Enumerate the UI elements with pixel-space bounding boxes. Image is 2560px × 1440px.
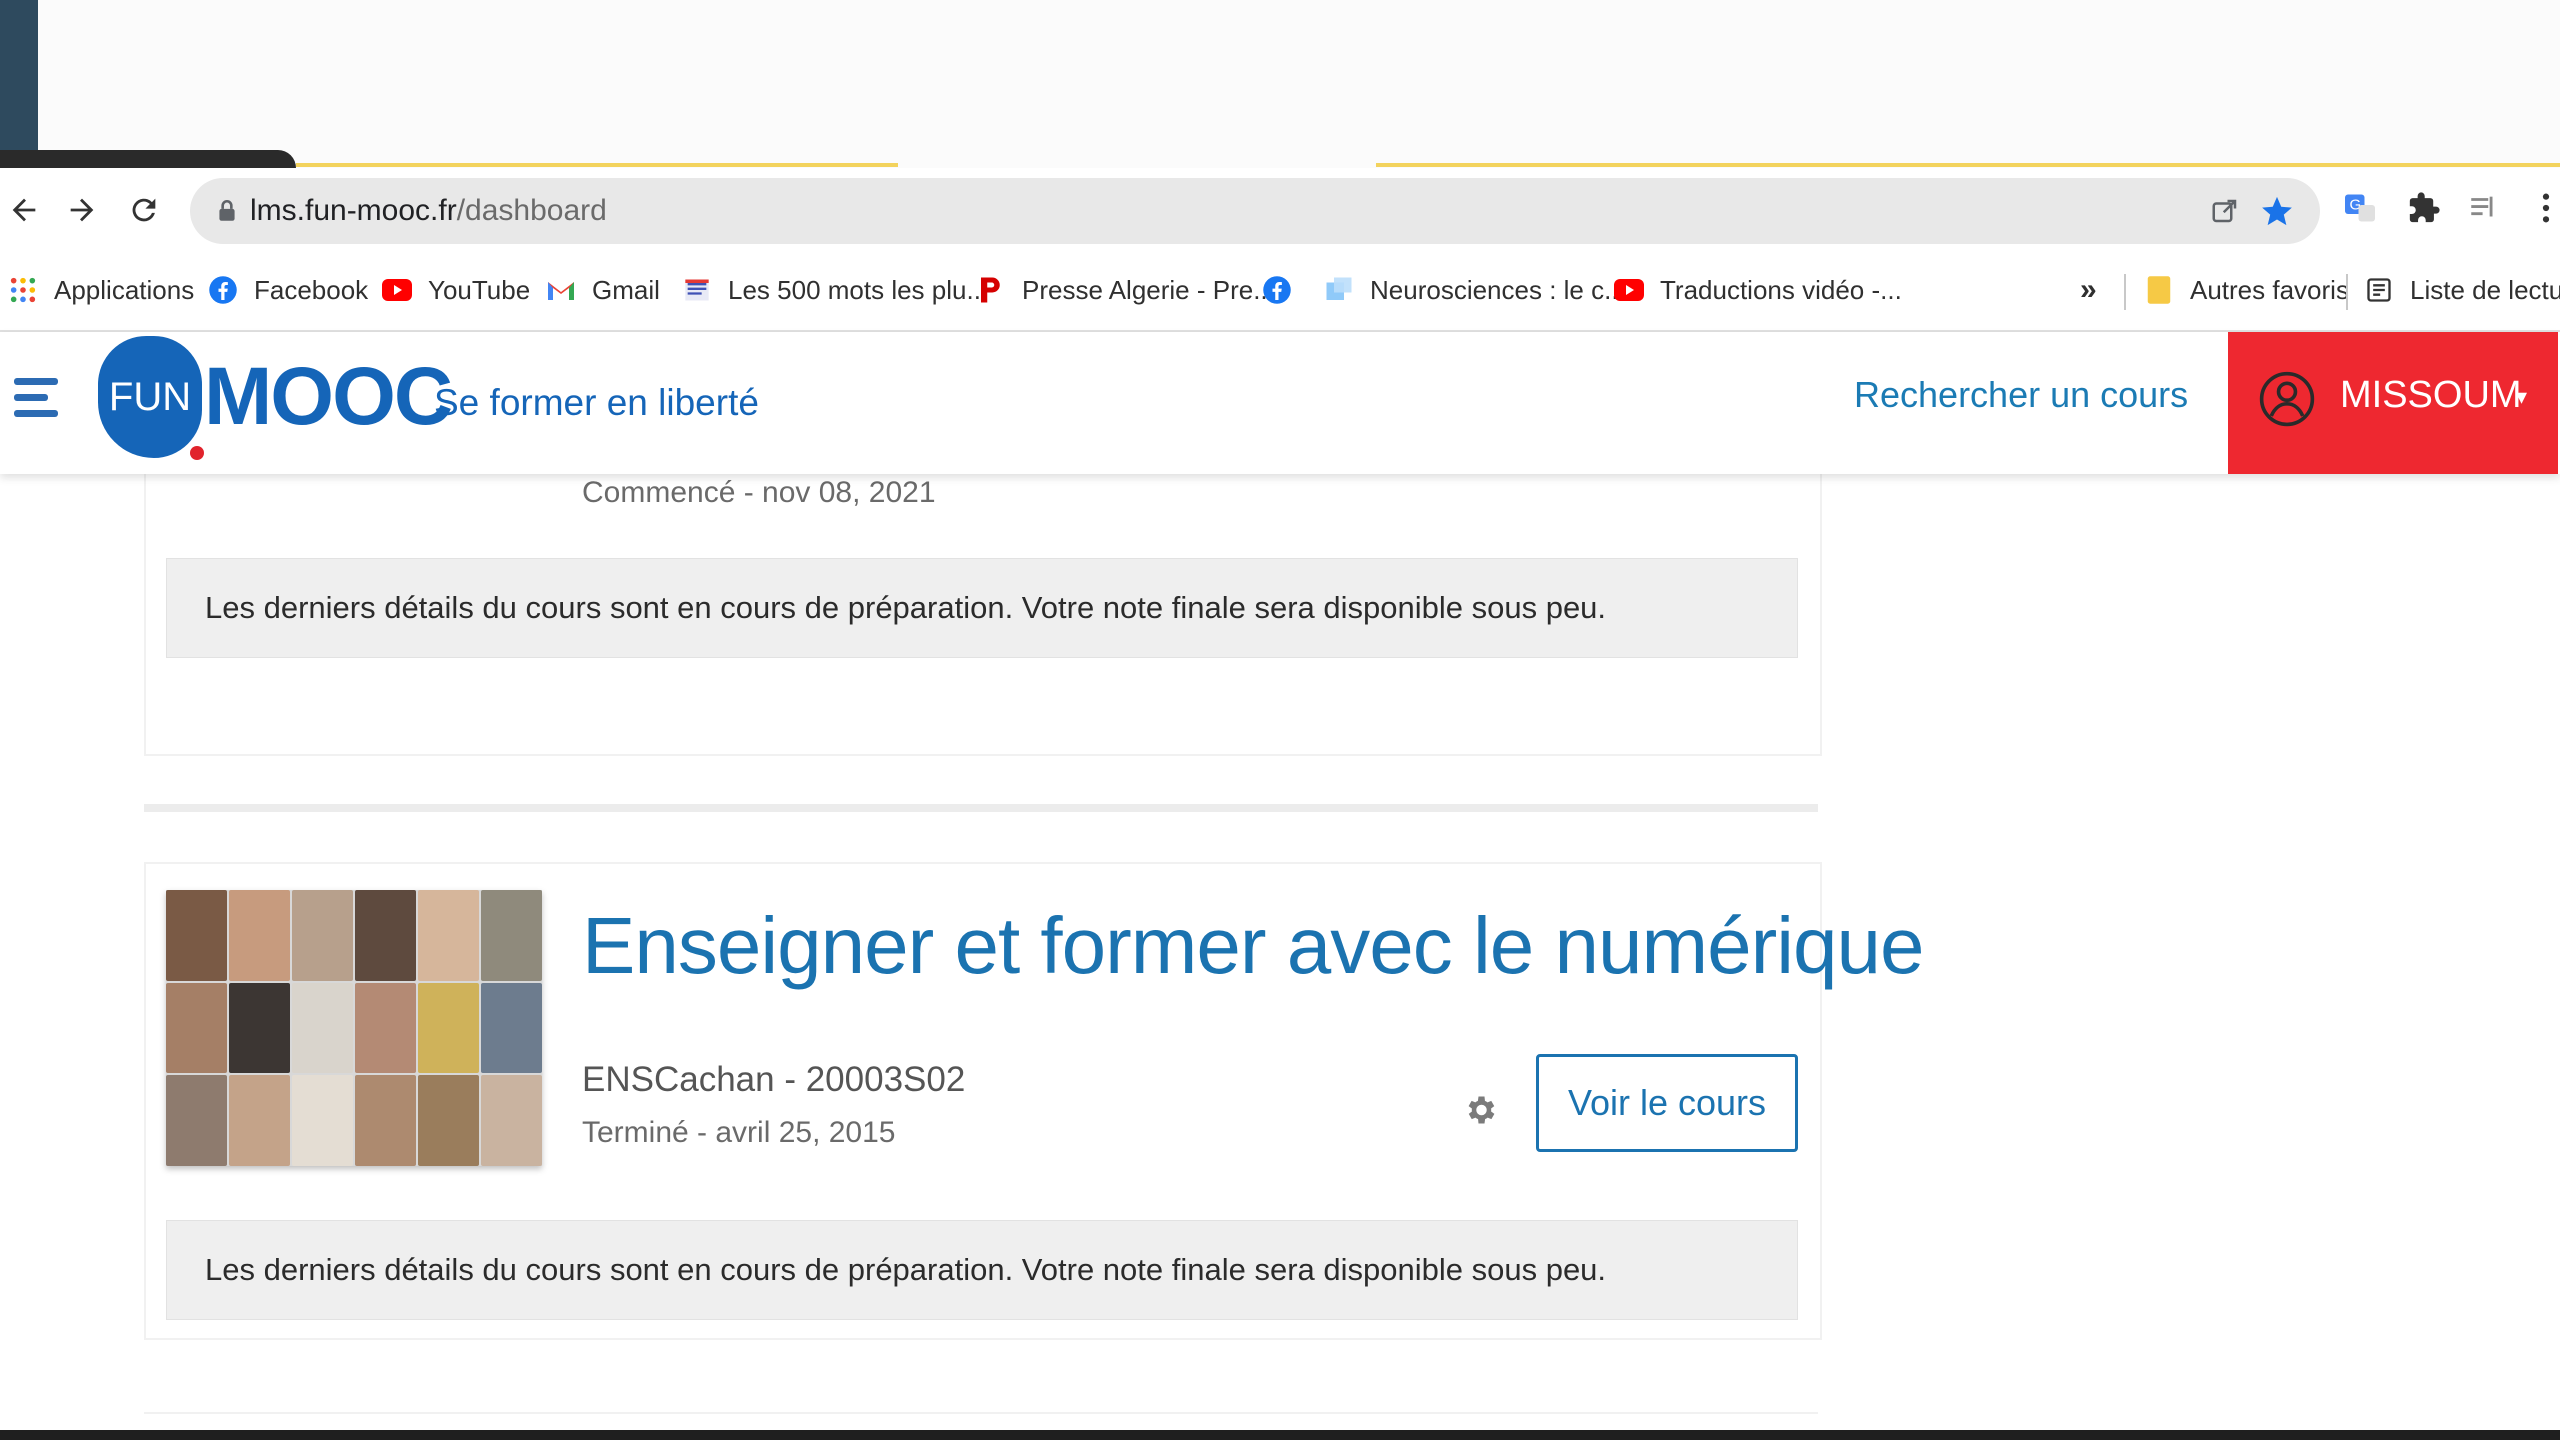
bookmark-label: Presse Algerie - Pre... [1022, 274, 1275, 305]
back-icon[interactable] [0, 186, 48, 234]
youtube-icon [382, 275, 412, 305]
bookmark-label: Facebook [254, 274, 369, 305]
user-avatar-icon [2259, 371, 2315, 427]
reload-icon[interactable] [120, 186, 168, 234]
youtube-icon [1614, 275, 1644, 305]
bookmark-facebook[interactable]: Facebook [208, 270, 368, 310]
share-icon[interactable] [2206, 192, 2244, 230]
forward-icon[interactable] [58, 186, 106, 234]
facebook-icon [208, 275, 238, 305]
gmail-icon [546, 275, 576, 305]
course-status: Commencé - nov 08, 2021 [582, 476, 936, 509]
extensions-puzzle-icon[interactable] [2402, 186, 2446, 230]
bookmark-autres-favoris[interactable]: Autres favoris [2144, 270, 2349, 310]
facebook-icon [1262, 275, 1292, 305]
tab-highlight [296, 163, 898, 167]
presse-p-icon [976, 275, 1006, 305]
tab-highlight [1376, 163, 2560, 167]
logo-tagline: Se former en liberté [434, 382, 759, 423]
bookmarks-separator [2346, 274, 2348, 310]
bookmark-presse-algerie[interactable]: Presse Algerie - Pre... [976, 270, 1275, 310]
bookmark-label: Traductions vidéo -... [1660, 274, 1902, 305]
bookmark-label: Les 500 mots les plu... [728, 274, 989, 305]
bookmark-star-icon[interactable] [2258, 192, 2296, 230]
search-course-link[interactable]: Rechercher un cours [1854, 374, 2188, 416]
bookmarks-bar: Applications Facebook YouTube Gmail Les … [0, 254, 2560, 332]
fun-logo[interactable]: FUN [98, 336, 202, 458]
menu-kebab-icon[interactable] [2524, 186, 2560, 230]
bookmarks-overflow-button[interactable]: » [2080, 270, 2097, 310]
bookmark-applications[interactable]: Applications [8, 270, 194, 310]
bookmark-neurosciences[interactable]: Neurosciences : le c... [1324, 270, 1626, 310]
bookmark-gmail[interactable]: Gmail [546, 270, 660, 310]
bookmark-label: Gmail [592, 274, 660, 305]
page-icon [682, 275, 712, 305]
bookmark-label: Liste de lecture [2410, 274, 2560, 305]
bookmark-500-mots[interactable]: Les 500 mots les plu... [682, 270, 988, 310]
hamburger-menu-icon[interactable] [14, 378, 62, 420]
bookmark-label: Autres favoris [2190, 274, 2349, 305]
browser-toolbar: lms.fun-mooc.fr/dashboard G [0, 168, 2560, 254]
url-text: lms.fun-mooc.fr/dashboard [250, 194, 607, 227]
apps-grid-icon [8, 275, 38, 305]
bookmark-youtube[interactable]: YouTube [382, 270, 530, 310]
course-divider [144, 804, 1818, 812]
browser-tab-strip [0, 0, 2560, 168]
course-status: Terminé - avril 25, 2015 [582, 1116, 896, 1149]
logo-red-dot [190, 446, 204, 460]
course-card: 44001 Commencé - nov 08, 2021 Les dernie… [144, 474, 1822, 756]
course-message: Les derniers détails du cours sont en co… [166, 558, 1798, 658]
logo-mooc-text: MOOC [204, 351, 453, 442]
chevron-down-icon: ▾ [2516, 384, 2528, 409]
bookmark-label: Neurosciences : le c... [1370, 274, 1626, 305]
folder-icon [2144, 275, 2174, 305]
lock-icon [219, 199, 235, 221]
gear-icon[interactable] [1462, 1092, 1498, 1128]
active-tab[interactable] [0, 150, 296, 168]
address-bar[interactable]: lms.fun-mooc.fr/dashboard [190, 178, 2320, 244]
page-icon [1324, 275, 1354, 305]
bookmark-label: Applications [54, 274, 195, 305]
reading-list-button[interactable]: Liste de lecture [2364, 270, 2560, 310]
user-menu-button[interactable]: MISSOUM ▾ [2228, 332, 2558, 474]
course-thumbnail[interactable] [166, 890, 542, 1166]
view-course-button[interactable]: Voir le cours [1536, 1054, 1798, 1152]
bookmark-facebook-2[interactable] [1262, 270, 1292, 310]
course-title-link[interactable]: Enseigner et former avec le numérique [582, 900, 1924, 992]
user-name: MISSOUM [2340, 374, 2522, 416]
site-header: FUN MOOC Se former en liberté Rechercher… [0, 332, 2560, 474]
course-card: Enseigner et former avec le numérique EN… [144, 862, 1924, 1340]
window-edge [0, 0, 38, 168]
course-code: ENSCachan - 20003S02 [582, 1060, 966, 1099]
logo-fun-text: FUN [108, 374, 192, 419]
bookmarks-separator [2124, 274, 2126, 310]
screen-bottom-edge [0, 1430, 2560, 1440]
overflow-chevron-icon: » [2080, 273, 2097, 306]
reading-list-icon[interactable] [2462, 186, 2506, 230]
reading-list-icon [2364, 275, 2394, 305]
bookmark-label: YouTube [428, 274, 531, 305]
course-message: Les derniers détails du cours sont en co… [166, 1220, 1798, 1320]
dashboard-main: 44001 Commencé - nov 08, 2021 Les dernie… [0, 474, 2560, 1440]
bookmark-traductions[interactable]: Traductions vidéo -... [1614, 270, 1902, 310]
translate-icon[interactable]: G [2338, 186, 2382, 230]
